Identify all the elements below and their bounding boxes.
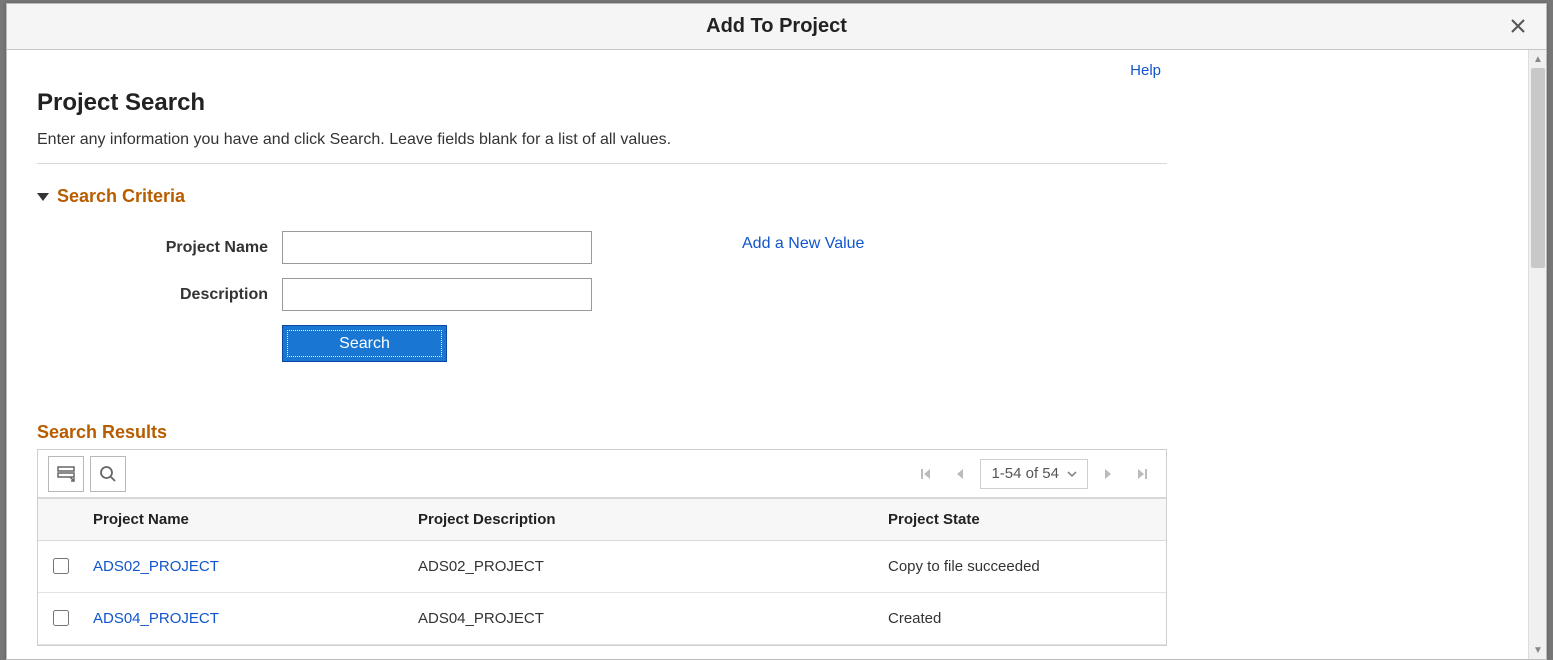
table-header-row: Project Name Project Description Project… <box>38 499 1166 541</box>
first-page-icon[interactable] <box>912 460 940 488</box>
description-input[interactable] <box>282 278 592 311</box>
table-row: ADS02_PROJECT ADS02_PROJECT Copy to file… <box>38 541 1166 593</box>
search-criteria-panel: Add a New Value Project Name Description… <box>37 231 1167 362</box>
results-panel: 1-54 of 54 <box>37 449 1167 646</box>
row-checkbox[interactable] <box>53 610 69 626</box>
description-row: Description <box>37 278 1167 311</box>
modal-title: Add To Project <box>706 15 847 38</box>
results-table: Project Name Project Description Project… <box>38 498 1166 645</box>
page-instructions: Enter any information you have and click… <box>37 131 1167 149</box>
project-name-label: Project Name <box>37 239 282 257</box>
chevron-down-icon <box>1067 467 1077 481</box>
project-description-cell: ADS02_PROJECT <box>408 541 878 593</box>
modal-body-wrapper: Help Project Search Enter any informatio… <box>7 50 1546 659</box>
table-row: ADS04_PROJECT ADS04_PROJECT Created <box>38 593 1166 645</box>
caret-down-icon <box>37 193 49 201</box>
prev-page-icon[interactable] <box>946 460 974 488</box>
project-name-link[interactable]: ADS04_PROJECT <box>93 610 219 627</box>
grid-settings-icon[interactable] <box>48 456 84 492</box>
scroll-up-icon[interactable]: ▲ <box>1529 50 1546 68</box>
content: Help Project Search Enter any informatio… <box>7 50 1197 659</box>
results-toolbar: 1-54 of 54 <box>38 450 1166 498</box>
add-to-project-modal: Add To Project Help Project Search Enter… <box>6 3 1547 660</box>
search-button[interactable]: Search <box>282 325 447 362</box>
search-criteria-title: Search Criteria <box>57 186 185 207</box>
add-new-value-link[interactable]: Add a New Value <box>742 235 864 253</box>
page-title: Project Search <box>37 89 1167 117</box>
search-icon[interactable] <box>90 456 126 492</box>
row-checkbox[interactable] <box>53 558 69 574</box>
help-row: Help <box>37 62 1167 79</box>
project-state-cell: Copy to file succeeded <box>878 541 1166 593</box>
next-page-icon[interactable] <box>1094 460 1122 488</box>
scroll-down-icon[interactable]: ▼ <box>1529 641 1546 659</box>
project-state-cell: Created <box>878 593 1166 645</box>
project-name-input[interactable] <box>282 231 592 264</box>
project-description-cell: ADS04_PROJECT <box>408 593 878 645</box>
vertical-scrollbar[interactable]: ▲ ▼ <box>1528 50 1546 659</box>
col-project-description[interactable]: Project Description <box>408 499 878 541</box>
search-criteria-toggle[interactable]: Search Criteria <box>37 186 1167 207</box>
project-name-row: Project Name <box>37 231 1167 264</box>
close-icon[interactable] <box>1504 12 1532 40</box>
col-select <box>38 499 83 541</box>
page-range-text: 1-54 of 54 <box>991 465 1059 482</box>
description-label: Description <box>37 286 282 304</box>
help-link[interactable]: Help <box>1130 62 1161 79</box>
page-range-select[interactable]: 1-54 of 54 <box>980 459 1088 489</box>
modal-body: Help Project Search Enter any informatio… <box>7 50 1528 659</box>
toolbar-right: 1-54 of 54 <box>912 459 1156 489</box>
col-project-state[interactable]: Project State <box>878 499 1166 541</box>
scroll-thumb[interactable] <box>1531 68 1545 268</box>
col-project-name[interactable]: Project Name <box>83 499 408 541</box>
search-results-title: Search Results <box>37 422 1167 443</box>
modal-header: Add To Project <box>7 4 1546 50</box>
divider <box>37 163 1167 164</box>
last-page-icon[interactable] <box>1128 460 1156 488</box>
project-name-link[interactable]: ADS02_PROJECT <box>93 558 219 575</box>
toolbar-left <box>48 456 126 492</box>
